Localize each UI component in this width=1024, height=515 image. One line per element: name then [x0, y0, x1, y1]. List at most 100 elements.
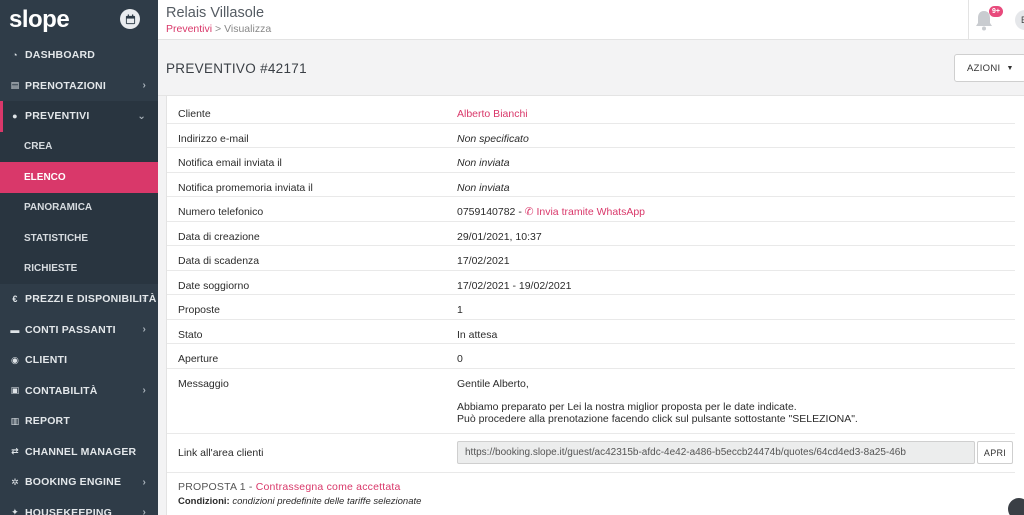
conditions-label: Condizioni:	[178, 496, 230, 507]
message-line-1: Gentile Alberto,	[457, 377, 529, 390]
broom-icon: ✦	[11, 507, 19, 515]
page-header: PREVENTIVO #42171 AZIONI ▼	[158, 41, 1024, 96]
caret-down-icon: ▼	[1006, 64, 1014, 72]
value-telefono: 0759140782 - ✆ Invia tramite WhatsApp	[457, 206, 645, 218]
sidebar-item-label: CHANNEL MANAGER	[25, 445, 137, 458]
calendar-icon	[125, 13, 135, 24]
label-telefono: Numero telefonico	[178, 206, 264, 218]
sidebar-item-label: REPORT	[25, 415, 70, 428]
circle-icon: ●	[12, 111, 18, 122]
chevron-right-icon: ›	[142, 324, 146, 336]
sidebar-item-contabilita[interactable]: ▣ CONTABILITÀ ›	[0, 376, 158, 407]
label-proposte: Proposte	[178, 304, 221, 316]
value-proposte: 1	[457, 304, 463, 316]
apri-button[interactable]: APRI	[977, 441, 1013, 464]
mark-accepted-link[interactable]: Contrassegna come accettata	[256, 481, 401, 493]
cliente-link[interactable]: Alberto Bianchi	[457, 108, 528, 120]
sidebar-item-housekeeping[interactable]: ✦ HOUSEKEEPING ›	[0, 498, 158, 515]
sidebar-item-label: HOUSEKEEPING	[25, 506, 112, 515]
label-promemoria: Notifica promemoria inviata il	[178, 181, 313, 194]
value-notifica: Non inviata	[457, 157, 510, 169]
sidebar-item-label: DASHBOARD	[25, 49, 96, 62]
sidebar-item-label: CONTI PASSANTI	[25, 323, 116, 336]
divider	[968, 0, 969, 40]
chart-icon: ▥	[10, 415, 20, 426]
logo[interactable]: slope	[9, 6, 70, 34]
row-telefono: Numero telefonico 0759140782 - ✆ Invia t…	[167, 197, 1015, 222]
label-email: Indirizzo e-mail	[178, 132, 249, 145]
row-scadenza: Data di scadenza 17/02/2021	[167, 246, 1015, 271]
azioni-dropdown-button[interactable]: AZIONI ▼	[954, 54, 1024, 82]
proposta-separator: -	[245, 481, 256, 493]
value-creazione: 29/01/2021, 10:37	[457, 230, 542, 243]
dashboard-icon: ◔	[12, 50, 18, 61]
proposta-title: PROPOSTA 1	[178, 481, 246, 493]
label-cliente: Cliente	[178, 108, 211, 120]
label-link: Link all'area clienti	[178, 446, 264, 459]
sidebar-item-clienti[interactable]: ◉ CLIENTI	[0, 345, 158, 376]
wallet-icon: ▬	[10, 324, 20, 335]
sidebar-subitem-statistiche[interactable]: STATISTICHE	[0, 223, 158, 254]
breadcrumb: Preventivi > Visualizza	[166, 23, 271, 35]
value-soggiorno: 17/02/2021 - 19/02/2021	[457, 279, 572, 292]
sidebar: slope ◔ DASHBOARD ▤ PRENOTAZIONI › ● PRE…	[0, 0, 158, 515]
sidebar-item-booking-engine[interactable]: ✲ BOOKING ENGINE ›	[0, 467, 158, 498]
row-messaggio: Messaggio Gentile Alberto, Abbiamo prepa…	[167, 369, 1015, 434]
sidebar-item-conti-passanti[interactable]: ▬ CONTI PASSANTI ›	[0, 315, 158, 346]
sidebar-item-label: CONTABILITÀ	[25, 384, 98, 397]
chevron-right-icon: ›	[142, 80, 146, 92]
label-messaggio: Messaggio	[178, 377, 229, 390]
telefono-number: 0759140782 -	[457, 206, 522, 218]
sidebar-item-prenotazioni[interactable]: ▤ PRENOTAZIONI ›	[0, 71, 158, 102]
sidebar-item-report[interactable]: ▥ REPORT	[0, 406, 158, 437]
exchange-icon: ⇄	[11, 446, 19, 457]
calendar-button[interactable]	[120, 9, 140, 29]
sidebar-item-preventivi[interactable]: ● PREVENTIVI ⌄	[0, 101, 158, 132]
value-scadenza: 17/02/2021	[457, 255, 510, 267]
chevron-right-icon: ›	[142, 507, 146, 515]
notifications-button[interactable]: 9+	[973, 6, 1003, 34]
help-chat-button[interactable]	[1008, 498, 1024, 515]
label-stato: Stato	[178, 328, 203, 341]
sidebar-item-label: BOOKING ENGINE	[25, 476, 122, 489]
sidebar-item-label: CLIENTI	[25, 354, 68, 367]
users-icon: ◉	[10, 354, 20, 365]
label-aperture: Aperture	[178, 353, 219, 365]
message-line-3: Può procedere alla prenotazione facendo …	[457, 412, 858, 425]
sidebar-item-prezzi[interactable]: € PREZZI E DISPONIBILITÀ ›	[0, 284, 158, 315]
cogs-icon: ✲	[11, 476, 19, 487]
whatsapp-link-label: Invia tramite WhatsApp	[536, 206, 646, 218]
client-area-link-input[interactable]	[457, 441, 975, 464]
breadcrumb-current: > Visualizza	[212, 23, 272, 35]
sidebar-subitem-elenco[interactable]: ELENCO	[0, 162, 158, 193]
message-line-2: Abbiamo preparato per Lei la nostra migl…	[457, 400, 797, 413]
notification-badge: 9+	[989, 6, 1003, 17]
value-email: Non specificato	[457, 132, 529, 145]
row-aperture: Aperture 0	[167, 344, 1015, 369]
sidebar-item-label: PREVENTIVI	[25, 110, 90, 123]
azioni-label: AZIONI	[967, 62, 1001, 74]
sidebar-subitem-panoramica[interactable]: PANORAMICA	[0, 192, 158, 223]
whatsapp-link[interactable]: ✆ Invia tramite WhatsApp	[525, 206, 645, 218]
sidebar-item-dashboard[interactable]: ◔ DASHBOARD	[0, 40, 158, 71]
chevron-right-icon: ›	[142, 476, 146, 488]
chevron-right-icon: ›	[142, 385, 146, 397]
label-notifica: Notifica email inviata il	[178, 157, 282, 169]
breadcrumb-preventivi-link[interactable]: Preventivi	[166, 23, 212, 35]
sidebar-subitem-richieste[interactable]: RICHIESTE	[0, 253, 158, 284]
row-notifica: Notifica email inviata il Non inviata	[167, 148, 1015, 173]
row-cliente: Cliente Alberto Bianchi	[167, 99, 1015, 124]
sidebar-subitem-crea[interactable]: CREA	[0, 131, 158, 162]
avatar[interactable]: E	[1015, 10, 1024, 30]
row-stato: Stato In attesa	[167, 320, 1015, 344]
sidebar-item-channel-manager[interactable]: ⇄ CHANNEL MANAGER	[0, 437, 158, 468]
top-bar: Relais Villasole Preventivi > Visualizza…	[158, 0, 1024, 40]
proposta-header: PROPOSTA 1 - Contrassegna come accettata	[178, 481, 401, 493]
row-promemoria: Notifica promemoria inviata il Non invia…	[167, 173, 1015, 197]
label-creazione: Data di creazione	[178, 230, 260, 243]
row-proposte: Proposte 1	[167, 295, 1015, 320]
whatsapp-icon: ✆	[524, 206, 534, 218]
label-scadenza: Data di scadenza	[178, 255, 260, 267]
money-icon: ▣	[10, 385, 20, 396]
sidebar-item-label: PREZZI E DISPONIBILITÀ	[25, 293, 157, 306]
